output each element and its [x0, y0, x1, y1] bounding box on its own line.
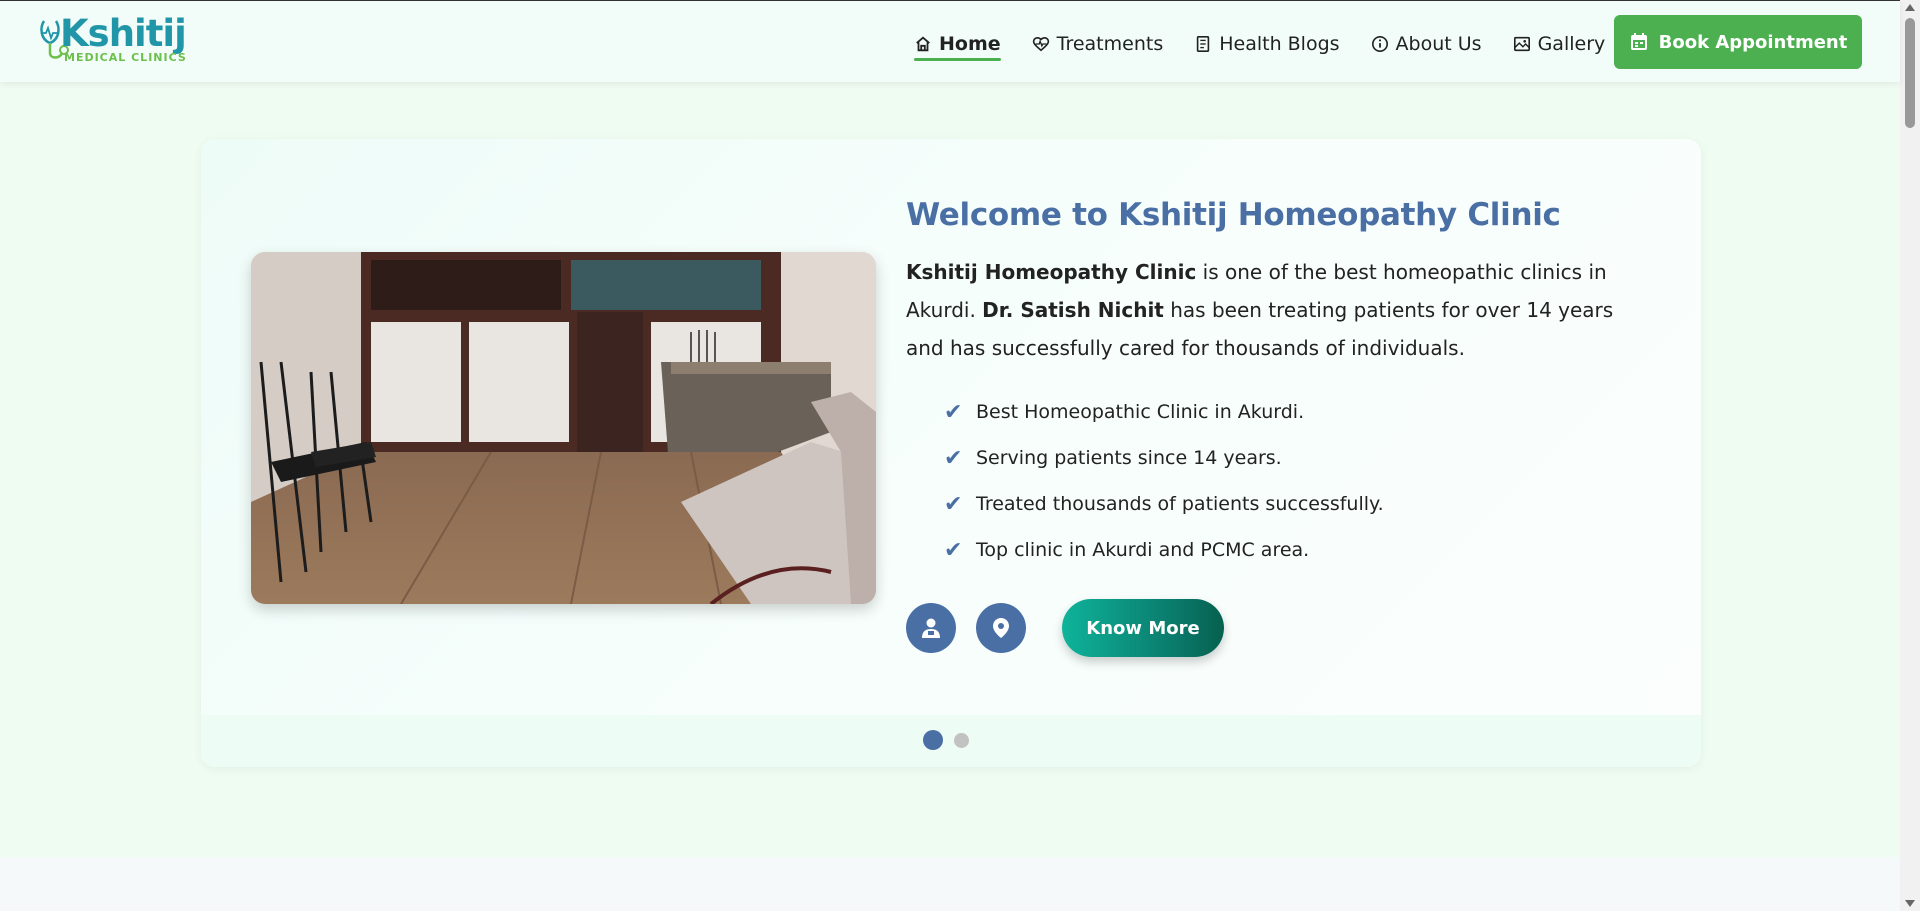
scroll-up-arrow-icon[interactable]: [1905, 4, 1915, 11]
hero-content: Welcome to Kshitij Homeopathy Clinic Ksh…: [906, 197, 1666, 573]
doctor-icon: [922, 618, 940, 638]
list-item: ✔ Top clinic in Akurdi and PCMC area.: [944, 527, 1666, 573]
nav-item-treatments[interactable]: Treatments: [1032, 27, 1164, 61]
book-appointment-label: Book Appointment: [1658, 31, 1848, 53]
info-icon: [1371, 35, 1388, 53]
feature-list: ✔ Best Homeopathic Clinic in Akurdi. ✔ Ser…: [906, 389, 1666, 573]
nav-item-label: About Us: [1395, 33, 1482, 55]
site-header: Kshitij MEDICAL CLINICS Home Treatments …: [0, 0, 1900, 82]
carousel-dots: [923, 730, 969, 750]
heart-pulse-icon: [1032, 37, 1049, 52]
nav-item-gallery[interactable]: Gallery: [1513, 27, 1606, 61]
next-section: [0, 857, 1900, 911]
checkmark-icon: ✔: [944, 399, 963, 425]
list-item: ✔ Treated thousands of patients successfu…: [944, 481, 1666, 527]
hero-carousel: Welcome to Kshitij Homeopathy Clinic Ksh…: [201, 139, 1701, 767]
nav-item-home[interactable]: Home: [914, 27, 1001, 61]
nav-item-label: Gallery: [1537, 33, 1606, 55]
carousel-dot-2[interactable]: [954, 732, 969, 748]
feature-text: Treated thousands of patients successful…: [976, 493, 1384, 515]
clinic-waiting-room-photo: [251, 252, 876, 604]
scroll-thumb[interactable]: [1905, 18, 1915, 128]
brand-tagline: MEDICAL CLINICS: [64, 51, 187, 64]
scroll-down-arrow-icon[interactable]: [1905, 900, 1915, 907]
location-pin-icon: [993, 618, 1009, 638]
checkmark-icon: ✔: [944, 537, 963, 563]
list-item: ✔ Serving patients since 14 years.: [944, 435, 1666, 481]
book-appointment-button[interactable]: Book Appointment: [1614, 15, 1862, 69]
page-scrollbar[interactable]: [1900, 0, 1920, 911]
hero-intro: Kshitij Homeopathy Clinic is one of the …: [906, 253, 1646, 367]
hero-actions: Know More: [906, 599, 1224, 657]
know-more-button[interactable]: Know More: [1062, 599, 1224, 657]
nav-item-label: Home: [939, 33, 1001, 55]
nav-item-about-us[interactable]: About Us: [1371, 27, 1482, 61]
doctor-button[interactable]: [906, 603, 956, 653]
clinic-photo-illustration: [251, 252, 876, 604]
nav-item-label: Treatments: [1056, 33, 1164, 55]
main-nav: Home Treatments Health Blogs About Us Ga…: [914, 27, 1636, 61]
clinic-name: Kshitij Homeopathy Clinic: [906, 260, 1197, 284]
home-icon: [916, 36, 930, 52]
location-button[interactable]: [976, 603, 1026, 653]
feature-text: Serving patients since 14 years.: [976, 447, 1282, 469]
calendar-icon: [1630, 33, 1647, 50]
brand-name: Kshitij: [60, 12, 187, 55]
brand-logo[interactable]: Kshitij MEDICAL CLINICS: [38, 15, 188, 69]
nav-item-health-blogs[interactable]: Health Blogs: [1194, 27, 1340, 61]
document-icon: [1197, 35, 1210, 53]
gallery-icon: [1513, 36, 1530, 52]
checkmark-icon: ✔: [944, 445, 963, 471]
checkmark-icon: ✔: [944, 491, 963, 517]
feature-text: Best Homeopathic Clinic in Akurdi.: [976, 401, 1305, 423]
hero-heading: Welcome to Kshitij Homeopathy Clinic: [906, 197, 1561, 233]
nav-item-label: Health Blogs: [1219, 33, 1340, 55]
doctor-name: Dr. Satish Nichit: [982, 298, 1164, 322]
list-item: ✔ Best Homeopathic Clinic in Akurdi.: [944, 389, 1666, 435]
feature-text: Top clinic in Akurdi and PCMC area.: [976, 539, 1310, 561]
carousel-dot-1[interactable]: [923, 730, 943, 750]
